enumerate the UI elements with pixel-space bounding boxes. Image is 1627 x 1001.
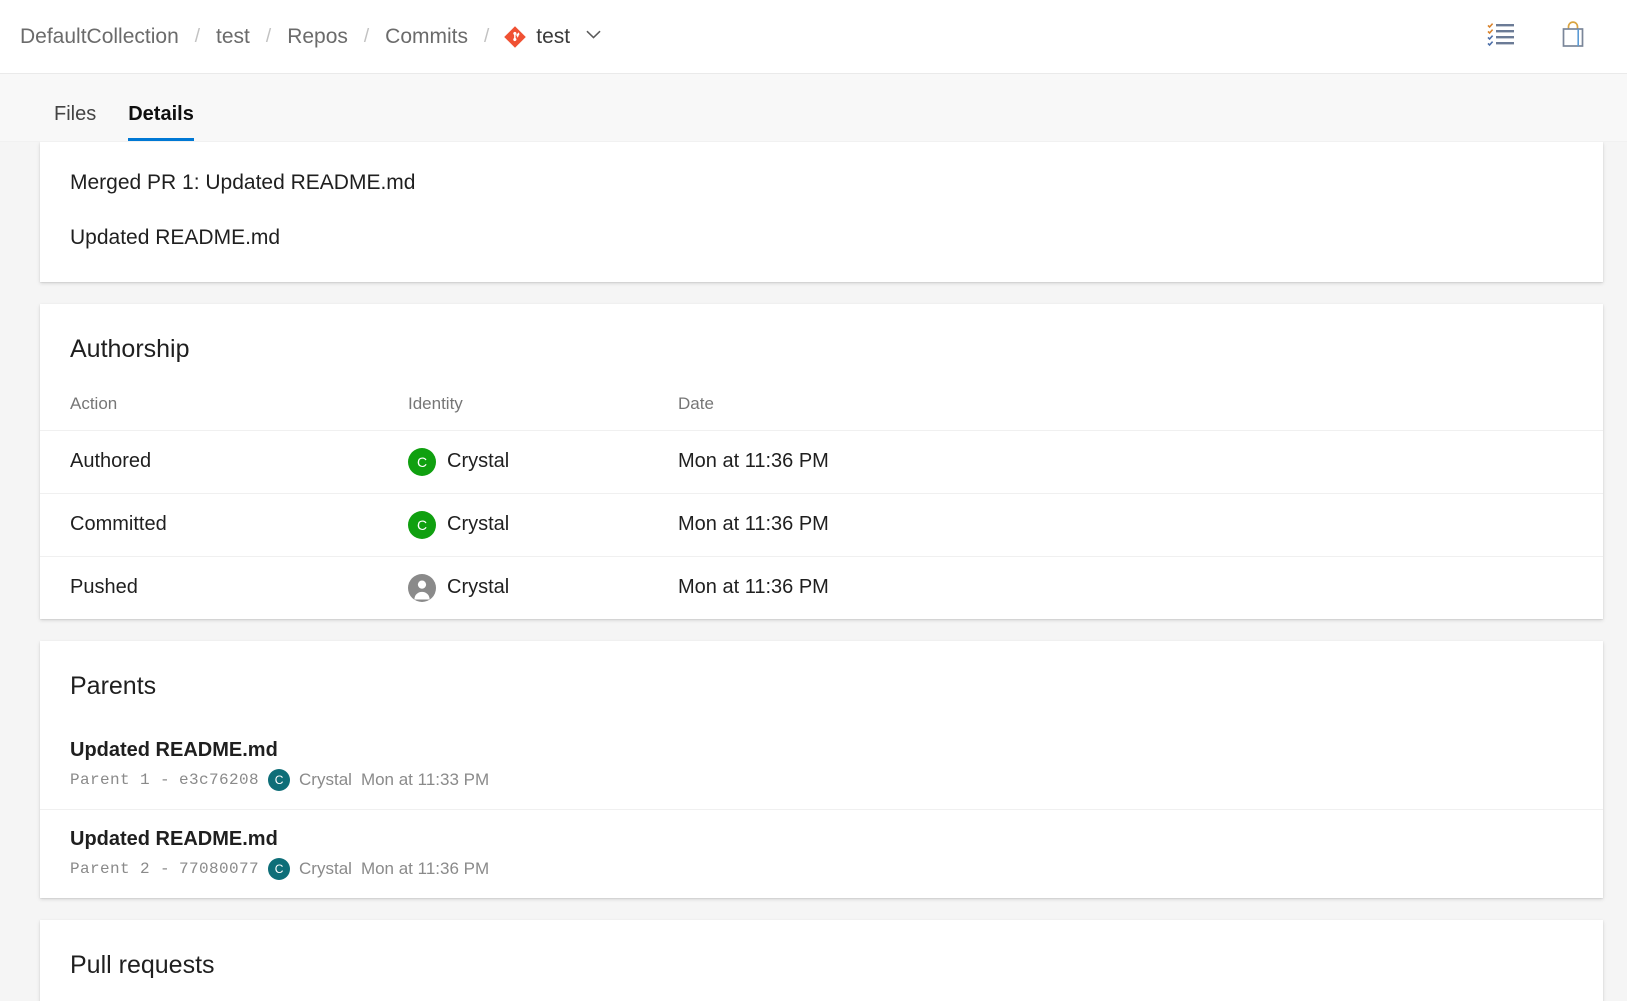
identity-name: Crystal	[447, 576, 509, 599]
breadcrumb-separator: /	[260, 26, 277, 48]
parents-list: Updated README.md Parent 1 - e3c76208 C …	[40, 721, 1603, 898]
parent-author-name: Crystal	[299, 859, 352, 879]
parent-commit-meta: Parent 1 - e3c76208 C Crystal Mon at 11:…	[70, 769, 1573, 791]
breadcrumb-collection[interactable]: DefaultCollection	[10, 21, 189, 53]
git-repository-icon	[503, 25, 527, 49]
parent-commit-date: Mon at 11:33 PM	[361, 770, 489, 790]
parent-commit-title: Updated README.md	[70, 737, 1573, 763]
avatar: C	[268, 858, 290, 880]
pull-requests-heading: Pull requests	[40, 920, 1603, 980]
details-content: Merged PR 1: Updated README.md Updated R…	[0, 142, 1627, 1001]
breadcrumb-repos[interactable]: Repos	[277, 21, 358, 53]
tab-details[interactable]: Details	[112, 104, 210, 141]
breadcrumb-separator: /	[358, 26, 375, 48]
parent-commit-hash[interactable]: 77080077	[179, 860, 259, 878]
parent-commit-hash[interactable]: e3c76208	[179, 771, 259, 789]
commit-message-card: Merged PR 1: Updated README.md Updated R…	[40, 142, 1603, 282]
avatar: C	[408, 511, 436, 539]
authorship-card: Authorship Action Identity Date Authored…	[40, 304, 1603, 619]
avatar: C	[408, 448, 436, 476]
authorship-action: Authored	[40, 430, 408, 493]
authorship-identity: Crystal	[408, 556, 678, 619]
identity-name: Crystal	[447, 450, 509, 473]
parent-index-label: Parent 1 -	[70, 771, 170, 789]
app-header: DefaultCollection / test / Repos / Commi…	[0, 0, 1627, 74]
chevron-down-icon	[579, 25, 603, 49]
commit-description: Updated README.md	[70, 225, 1573, 251]
parent-commit-title: Updated README.md	[70, 826, 1573, 852]
parents-card: Parents Updated README.md Parent 1 - e3c…	[40, 641, 1603, 898]
table-row: Committed C Crystal Mon at 11:36 PM	[40, 493, 1603, 556]
breadcrumb-commits[interactable]: Commits	[375, 21, 478, 53]
parent-commit-date: Mon at 11:36 PM	[361, 859, 489, 879]
authorship-table: Action Identity Date Authored C Crystal …	[40, 386, 1603, 619]
repository-selector[interactable]: test	[495, 21, 611, 53]
marketplace-bag-icon	[1559, 20, 1587, 53]
identity-name: Crystal	[447, 513, 509, 536]
authorship-date: Mon at 11:36 PM	[678, 430, 1603, 493]
tab-strip: Files Details	[0, 74, 1627, 142]
parent-commit-item[interactable]: Updated README.md Parent 2 - 77080077 C …	[40, 809, 1603, 898]
avatar: C	[268, 769, 290, 791]
commit-title: Merged PR 1: Updated README.md	[70, 170, 1573, 196]
parents-heading: Parents	[40, 641, 1603, 701]
parent-index-label: Parent 2 -	[70, 860, 170, 878]
header-actions	[1481, 17, 1605, 57]
column-header-date: Date	[678, 386, 1603, 431]
parent-commit-meta: Parent 2 - 77080077 C Crystal Mon at 11:…	[70, 858, 1573, 880]
authorship-heading: Authorship	[40, 304, 1603, 364]
parent-commit-item[interactable]: Updated README.md Parent 1 - e3c76208 C …	[40, 721, 1603, 809]
breadcrumb: DefaultCollection / test / Repos / Commi…	[10, 21, 1481, 53]
authorship-identity: C Crystal	[408, 493, 678, 556]
table-row: Pushed Crystal Mon at 11:3	[40, 556, 1603, 619]
pull-requests-card: Pull requests	[40, 920, 1603, 1001]
work-items-icon	[1487, 22, 1515, 51]
marketplace-button[interactable]	[1553, 17, 1593, 57]
column-header-action: Action	[40, 386, 408, 431]
breadcrumb-project[interactable]: test	[206, 21, 260, 53]
breadcrumb-separator: /	[189, 26, 206, 48]
authorship-identity: C Crystal	[408, 430, 678, 493]
work-items-button[interactable]	[1481, 17, 1521, 57]
authorship-action: Committed	[40, 493, 408, 556]
authorship-date: Mon at 11:36 PM	[678, 556, 1603, 619]
column-header-identity: Identity	[408, 386, 678, 431]
table-row: Authored C Crystal Mon at 11:36 PM	[40, 430, 1603, 493]
avatar	[408, 574, 436, 602]
authorship-date: Mon at 11:36 PM	[678, 493, 1603, 556]
repository-name: test	[536, 25, 570, 49]
table-header-row: Action Identity Date	[40, 386, 1603, 431]
person-silhouette-icon	[408, 574, 436, 602]
breadcrumb-separator: /	[478, 26, 495, 48]
authorship-action: Pushed	[40, 556, 408, 619]
tab-files[interactable]: Files	[38, 104, 112, 141]
parent-author-name: Crystal	[299, 770, 352, 790]
